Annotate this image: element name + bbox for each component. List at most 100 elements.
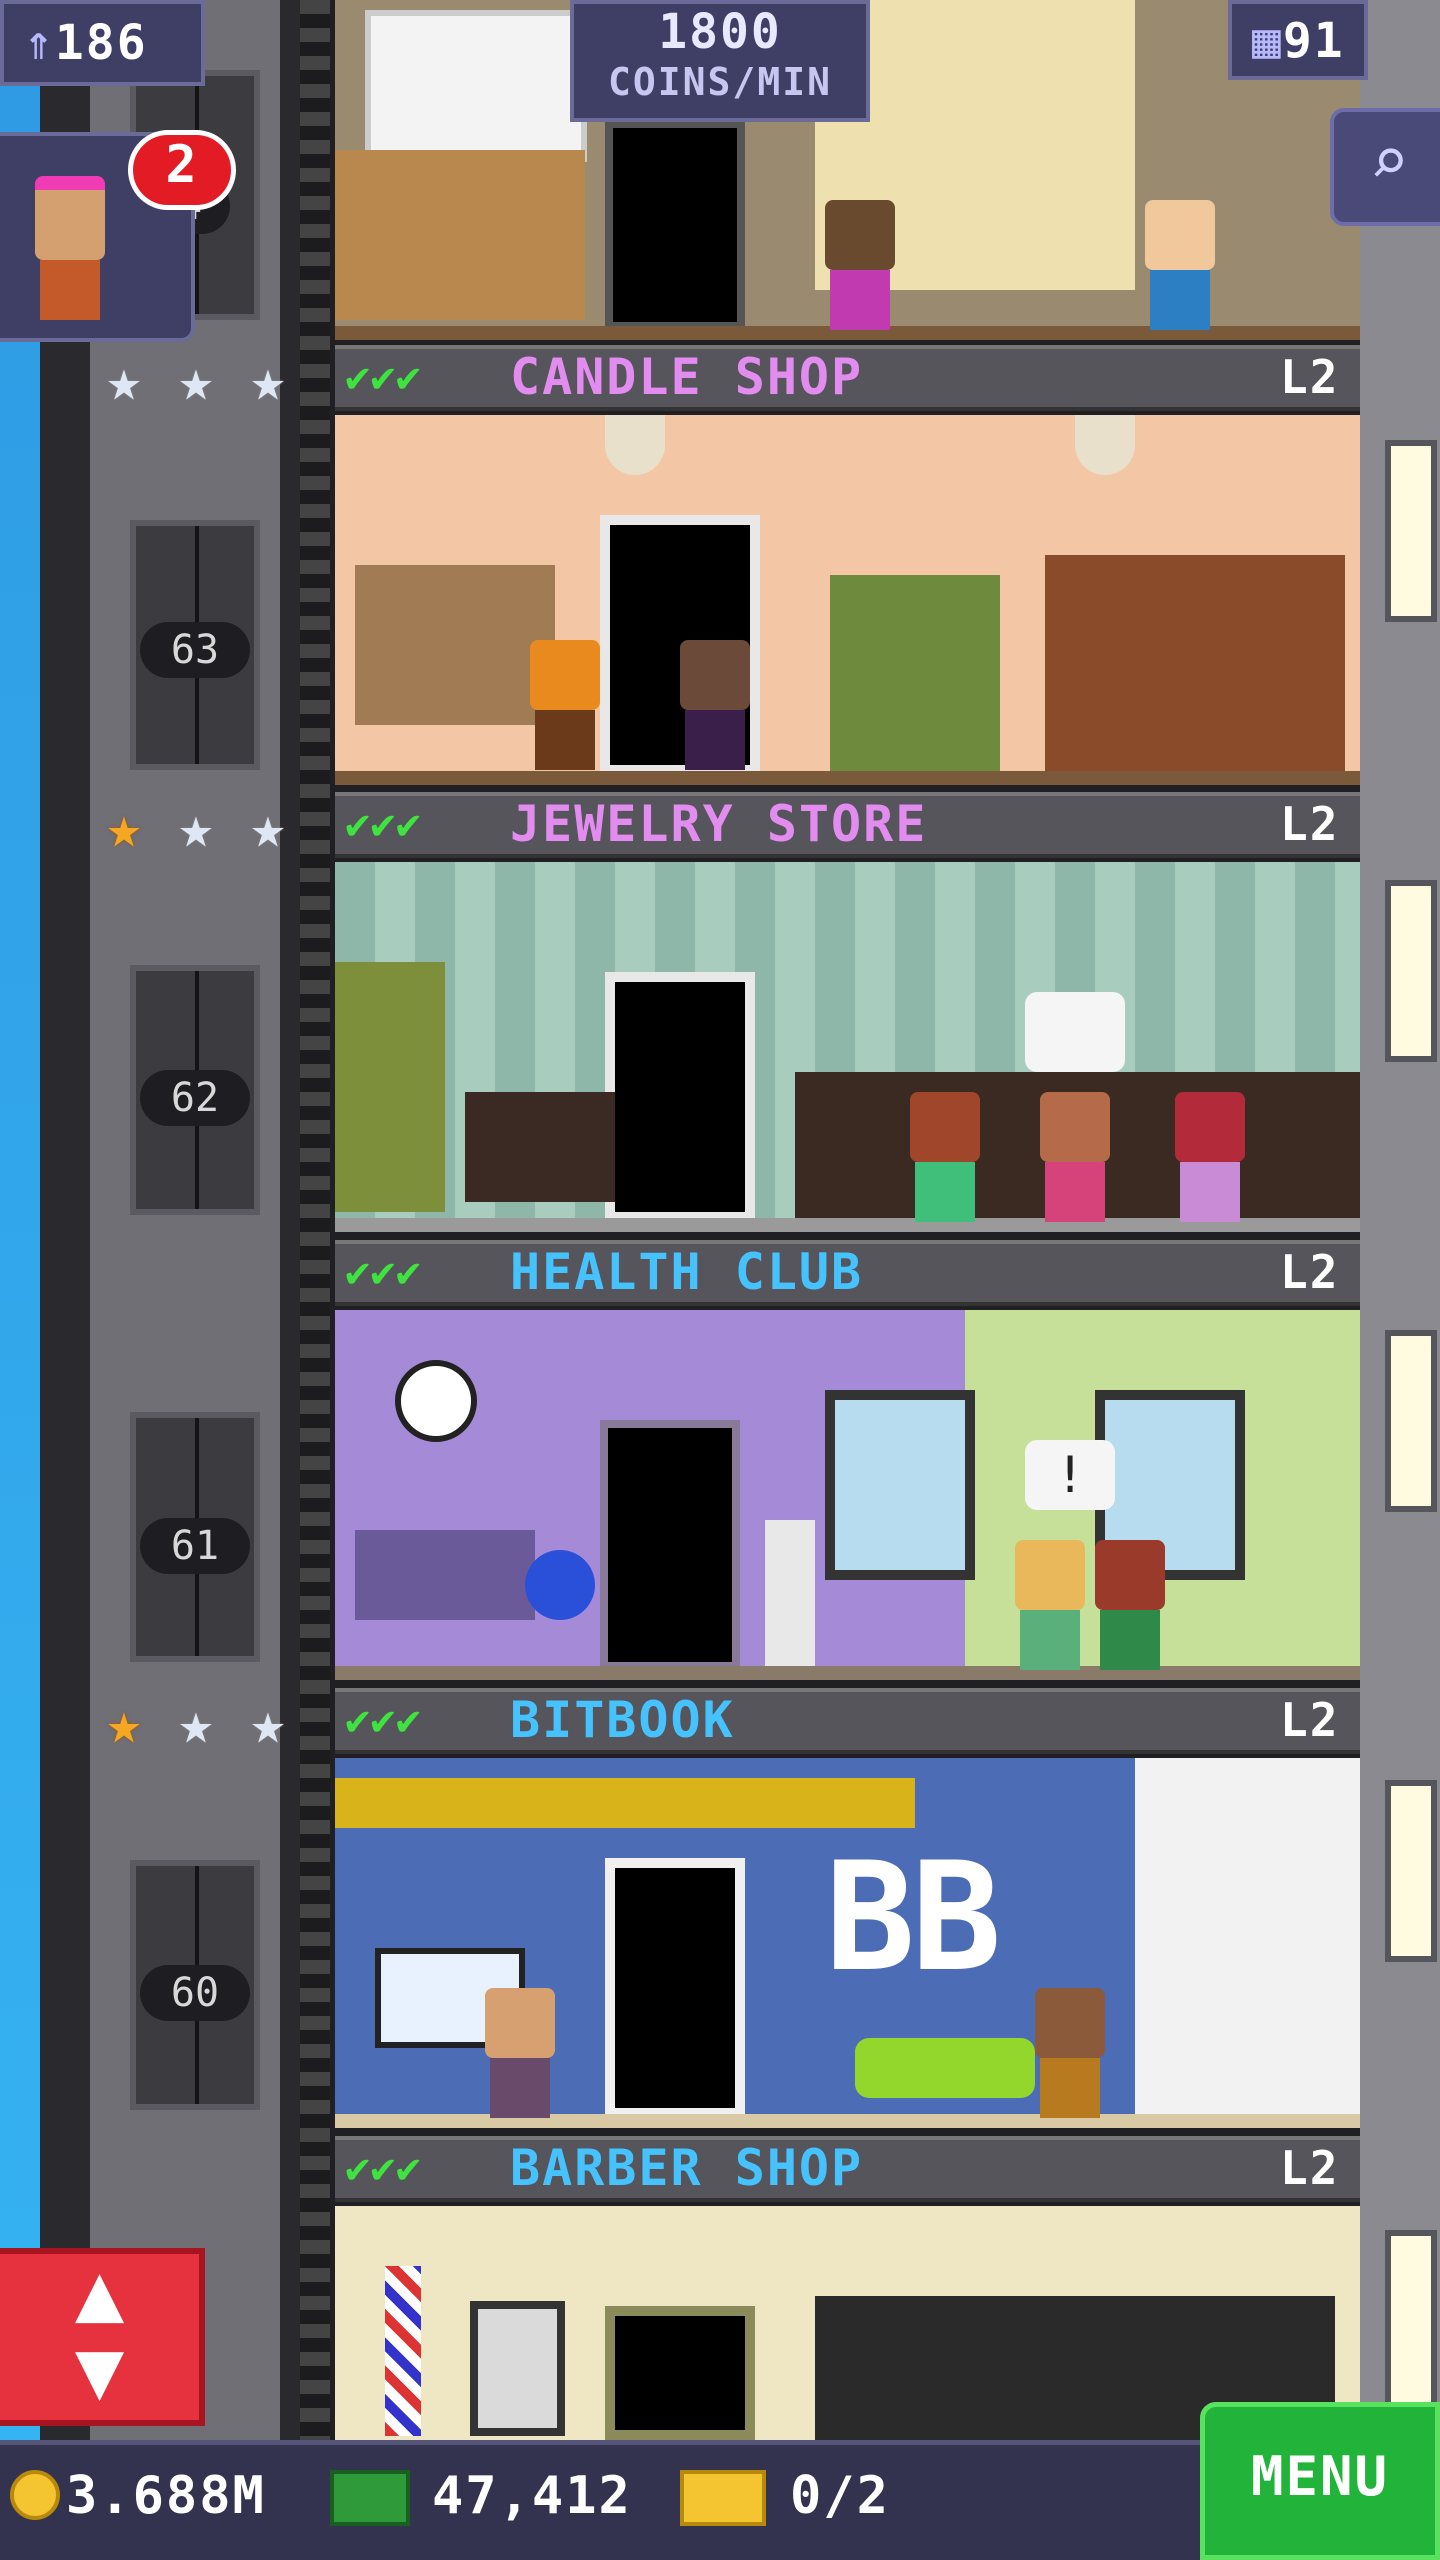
tower-bitizen[interactable]	[1015, 1540, 1085, 1670]
tower-window	[1385, 1330, 1437, 1512]
floor-number-60: 60	[140, 1965, 250, 2021]
wall-poster	[470, 2301, 565, 2436]
floor-name: JEWELRY STORE	[510, 795, 928, 853]
room-door	[605, 120, 745, 330]
floor-level: L2	[1280, 797, 1340, 851]
candle-display-table	[830, 575, 1000, 775]
exercise-ball	[525, 1550, 595, 1620]
floor-number-63: 63	[140, 622, 250, 678]
coins-per-min-value: 1800	[658, 4, 782, 60]
bitbook-side-wall	[1135, 1758, 1360, 2128]
floor-checks: ✔✔✔	[345, 799, 421, 848]
star-icon: ★	[178, 346, 214, 414]
star-icon: ★	[178, 793, 214, 861]
population-counter[interactable]: ⇑186	[0, 0, 205, 86]
floor-checks: ✔✔✔	[345, 1247, 421, 1296]
bux-icon	[330, 2470, 410, 2526]
floor-room-health-club[interactable]: !	[335, 1310, 1360, 1680]
floor-level: L2	[1280, 1245, 1340, 1299]
tower-window	[1385, 880, 1437, 1062]
coins-value[interactable]: 3.688M	[66, 2466, 266, 2526]
potted-plant	[335, 962, 445, 1212]
person-up-icon: ⇑	[24, 15, 55, 71]
floor-number-62: 62	[140, 1070, 250, 1126]
star-icon: ★	[106, 346, 142, 414]
floor-checks: ✔✔✔	[345, 1695, 421, 1744]
tower-window	[1385, 440, 1437, 622]
green-sofa	[855, 2038, 1035, 2098]
tower-bitizen[interactable]	[1035, 1988, 1105, 2118]
floor-checks: ✔✔✔	[345, 352, 421, 401]
elevator-button[interactable]: ▲ ▼	[0, 2248, 205, 2426]
gym-window	[825, 1390, 975, 1580]
room-door	[600, 1420, 740, 1670]
bitbook-logo: BB	[825, 1831, 1002, 2005]
floor-name: BITBOOK	[510, 1691, 735, 1749]
coins-per-min-panel[interactable]: 1800 COINS/MIN	[570, 0, 870, 122]
ceiling-duct	[335, 1778, 915, 1828]
population-value: 186	[54, 15, 148, 71]
star-icon: ★	[250, 793, 286, 861]
tower-bitizen[interactable]	[485, 1988, 555, 2118]
floor-surface	[335, 771, 1360, 785]
star-icon: ★	[250, 346, 286, 414]
floor-level: L2	[1280, 350, 1340, 404]
floor-number-61: 61	[140, 1518, 250, 1574]
tower-bitizen[interactable]	[530, 640, 600, 770]
floor-level: L2	[1280, 1693, 1340, 1747]
barber-pole	[385, 2266, 421, 2436]
magnifier-icon: ⌕	[1369, 123, 1409, 200]
elevator-rail	[300, 0, 330, 2440]
tower-bitizen[interactable]	[1095, 1540, 1165, 1670]
shoe-poster	[365, 10, 587, 162]
tower-window	[1385, 1780, 1437, 1962]
tickets-value[interactable]: 0/2	[790, 2466, 890, 2526]
tower-right-wall	[1360, 0, 1440, 2440]
floor-name: HEALTH CLUB	[510, 1243, 864, 1301]
floor-surface	[335, 1666, 1360, 1680]
bux-value[interactable]: 47,412	[432, 2466, 632, 2526]
tower-bitizen[interactable]	[1175, 1092, 1245, 1222]
search-button[interactable]: ⌕	[1330, 108, 1440, 226]
star-icon: ★	[106, 793, 142, 861]
room-door	[605, 1858, 745, 2118]
tower-bitizen[interactable]	[1145, 200, 1215, 330]
floor-checks: ✔✔✔	[345, 2143, 421, 2192]
coins-per-min-unit: COINS/MIN	[608, 60, 832, 104]
tower-bitizen[interactable]	[1040, 1092, 1110, 1222]
floor-count-panel[interactable]: ▦91	[1228, 0, 1368, 80]
star-icon: ★	[106, 1689, 142, 1757]
tower-bitizen[interactable]	[825, 200, 895, 330]
water-cooler	[765, 1520, 815, 1670]
ceiling-lamp	[605, 415, 665, 475]
candle-cabinet	[1045, 555, 1345, 775]
tower-bitizen[interactable]	[680, 640, 750, 770]
floor-name: CANDLE SHOP	[510, 348, 864, 406]
tower-bitizen[interactable]	[910, 1092, 980, 1222]
tower-window	[1385, 2230, 1437, 2412]
alert-bubble[interactable]: !	[1025, 1440, 1115, 1510]
visitor-avatar	[35, 176, 105, 320]
shoe-counter	[335, 150, 585, 320]
floor-room-candle-shop[interactable]	[335, 415, 1360, 785]
floor-count-value: 91	[1282, 13, 1345, 69]
coin-icon	[10, 2470, 60, 2520]
floor-room-bitbook[interactable]: BB	[335, 1758, 1360, 2128]
menu-button[interactable]: MENU	[1200, 2402, 1440, 2560]
candle-shelf	[355, 565, 555, 725]
floor-name: BARBER SHOP	[510, 2139, 864, 2197]
star-icon: ★	[250, 1689, 286, 1757]
weight-rack	[355, 1530, 535, 1620]
visitor-badge: 2	[128, 130, 236, 210]
ticket-icon	[680, 2470, 766, 2526]
ceiling-lamp	[1075, 415, 1135, 475]
clock-icon	[395, 1360, 477, 1442]
room-door	[605, 972, 755, 1222]
room-door	[605, 2306, 755, 2440]
floor-level: L2	[1280, 2141, 1340, 2195]
building-icon: ▦	[1252, 13, 1283, 69]
up-down-arrows-icon: ▲ ▼	[74, 2245, 125, 2418]
speech-bubble[interactable]	[1025, 992, 1125, 1072]
floor-room-jewelry-store[interactable]	[335, 862, 1360, 1232]
star-icon: ★	[178, 1689, 214, 1757]
